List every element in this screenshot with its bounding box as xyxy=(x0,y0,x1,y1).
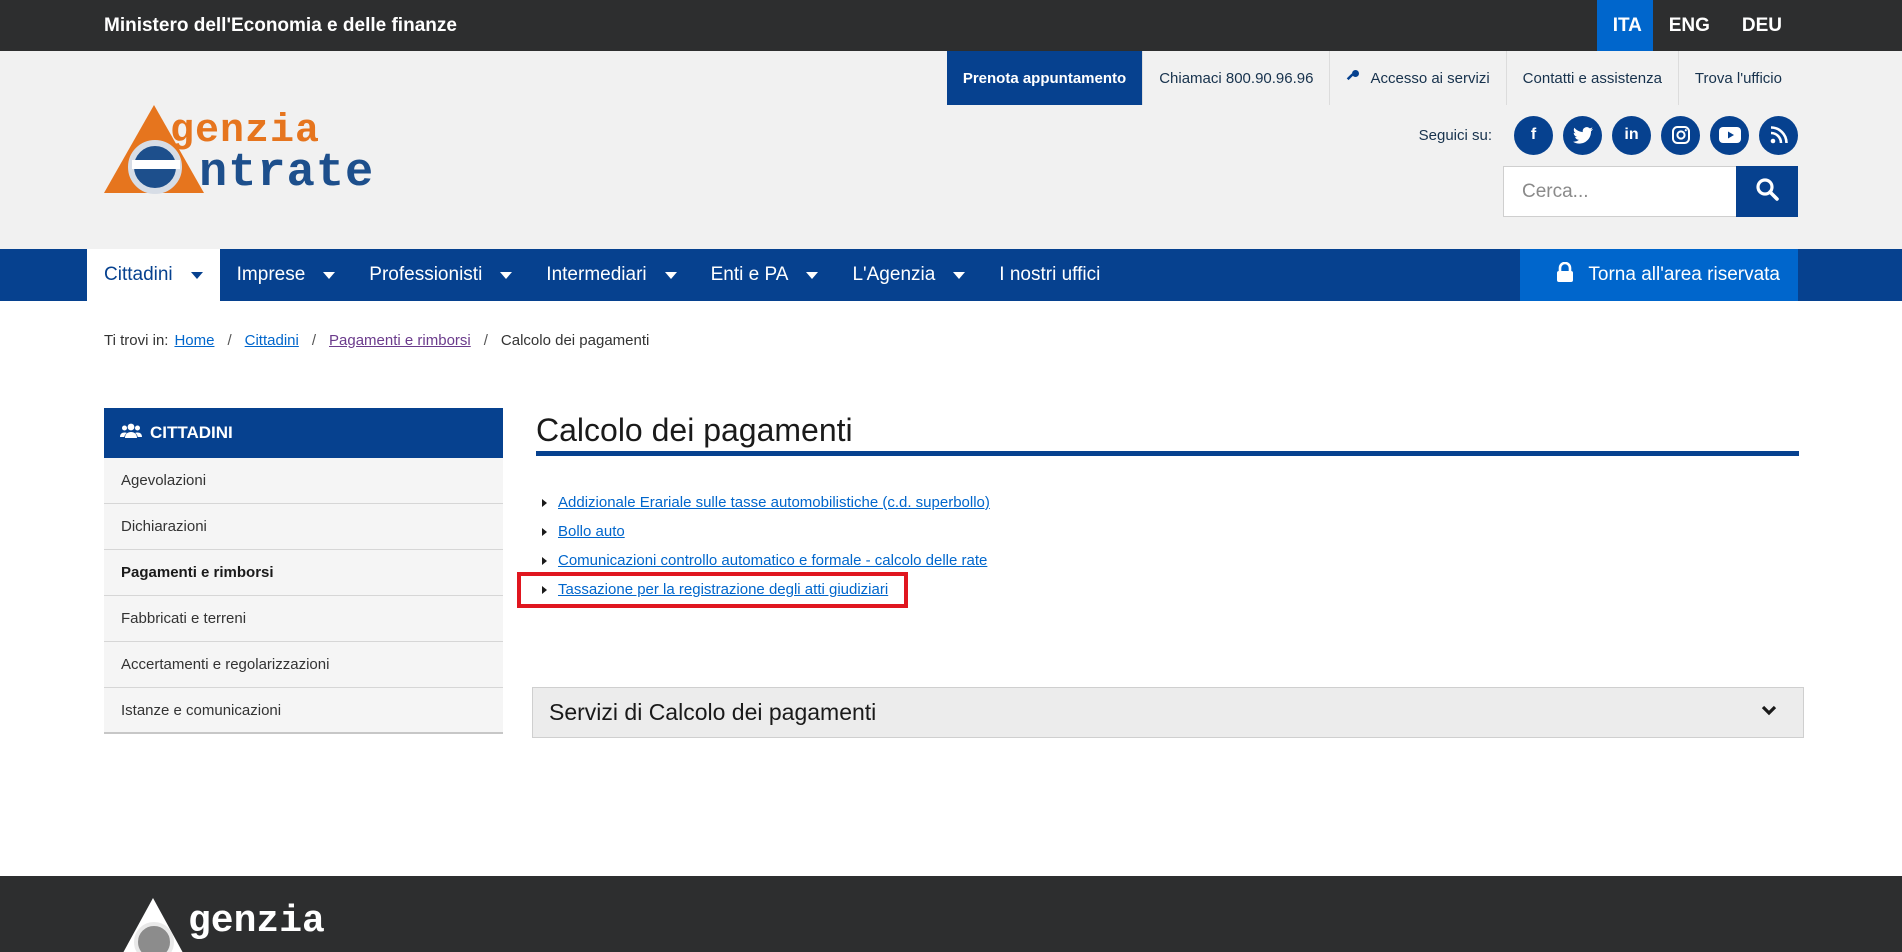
nav-label: Imprese xyxy=(236,264,306,285)
caret-down-icon xyxy=(806,271,819,279)
breadcrumb-separator: / xyxy=(227,332,232,349)
lock-icon xyxy=(1556,261,1574,288)
youtube-icon[interactable] xyxy=(1710,115,1749,155)
breadcrumb-home[interactable]: Home xyxy=(174,332,214,349)
facebook-icon[interactable]: f xyxy=(1514,115,1553,155)
linkedin-icon[interactable]: in xyxy=(1612,115,1651,155)
nav-label: Cittadini xyxy=(104,264,173,285)
search-icon xyxy=(1755,177,1779,206)
nav-intermediari[interactable]: Intermediari xyxy=(529,249,693,301)
services-accordion[interactable]: Servizi di Calcolo dei pagamenti xyxy=(532,687,1804,738)
page-title: Calcolo dei pagamenti xyxy=(536,408,1799,456)
footer-logo[interactable]: genzia xyxy=(118,898,348,952)
search-button[interactable] xyxy=(1736,166,1798,217)
language-switcher: ITA ENG DEU xyxy=(1596,0,1798,51)
caret-down-icon xyxy=(664,271,677,279)
site-footer: genzia xyxy=(0,876,1902,952)
services-access-link[interactable]: Accesso ai servizi xyxy=(1329,51,1505,105)
lang-deu[interactable]: DEU xyxy=(1726,0,1798,51)
caret-down-icon xyxy=(323,271,336,279)
nav-label: Enti e PA xyxy=(710,264,789,285)
logo-e-bar xyxy=(132,160,180,169)
nav-label: I nostri uffici xyxy=(999,264,1101,285)
reserved-area-button[interactable]: Torna all'area riservata xyxy=(1520,249,1798,301)
caret-down-icon xyxy=(500,271,513,279)
top-bar: Ministero dell'Economia e delle finanze … xyxy=(0,0,1902,51)
rss-icon[interactable] xyxy=(1759,115,1798,155)
call-link[interactable]: Chiamaci 800.90.96.96 xyxy=(1142,51,1329,105)
breadcrumb-cittadini[interactable]: Cittadini xyxy=(245,332,299,349)
book-appointment-button[interactable]: Prenota appuntamento xyxy=(946,51,1143,105)
sidebar-header[interactable]: CITTADINI xyxy=(104,408,503,458)
nav-label: Professionisti xyxy=(369,264,483,285)
sidebar-item-agevolazioni[interactable]: Agevolazioni xyxy=(104,458,503,504)
logo-line2: ntrate xyxy=(199,147,375,200)
link-superbollo[interactable]: Addizionale Erariale sulle tasse automob… xyxy=(558,494,990,511)
agenzia-entrate-logo[interactable]: genzia ntrate xyxy=(104,105,389,200)
sidebar-item-istanze[interactable]: Istanze e comunicazioni xyxy=(104,688,503,734)
reserved-area-label: Torna all'area riservata xyxy=(1588,264,1780,285)
services-access-label: Accesso ai servizi xyxy=(1370,69,1490,87)
breadcrumb-pagamenti[interactable]: Pagamenti e rimborsi xyxy=(329,332,471,349)
breadcrumb: Ti trovi in: Home / Cittadini / Pagament… xyxy=(104,332,649,349)
nav-label: Intermediari xyxy=(546,264,647,285)
instagram-icon[interactable] xyxy=(1661,115,1700,155)
sidebar-item-dichiarazioni[interactable]: Dichiarazioni xyxy=(104,504,503,550)
search-bar xyxy=(1503,166,1798,217)
caret-down-icon xyxy=(953,271,966,279)
highlight-box xyxy=(517,572,908,608)
contacts-link[interactable]: Contatti e assistenza xyxy=(1505,51,1678,105)
main-content: Calcolo dei pagamenti Addizionale Eraria… xyxy=(517,408,1799,608)
caret-down-icon xyxy=(190,271,203,279)
nav-imprese[interactable]: Imprese xyxy=(220,249,353,301)
list-item: Addizionale Erariale sulle tasse automob… xyxy=(536,488,1799,517)
accordion-title: Servizi di Calcolo dei pagamenti xyxy=(549,699,877,725)
breadcrumb-prefix: Ti trovi in: xyxy=(104,332,169,349)
lang-eng[interactable]: ENG xyxy=(1653,0,1726,51)
list-item: Comunicazioni controllo automatico e for… xyxy=(536,546,1799,575)
social-links: Seguici su: f in xyxy=(1419,115,1798,155)
sidebar-menu: CITTADINI Agevolazioni Dichiarazioni Pag… xyxy=(104,408,503,734)
sidebar-item-pagamenti[interactable]: Pagamenti e rimborsi xyxy=(104,550,503,596)
triangle-right-icon xyxy=(542,527,547,536)
triangle-right-icon xyxy=(542,556,547,565)
sidebar-item-fabbricati[interactable]: Fabbricati e terreni xyxy=(104,596,503,642)
find-office-link[interactable]: Trova l'ufficio xyxy=(1677,51,1798,105)
nav-professionisti[interactable]: Professionisti xyxy=(352,249,529,301)
sidebar-item-accertamenti[interactable]: Accertamenti e regolarizzazioni xyxy=(104,642,503,688)
site-header: genzia ntrate Prenota appuntamento Chiam… xyxy=(0,51,1902,249)
ministry-link[interactable]: Ministero dell'Economia e delle finanze xyxy=(104,0,457,51)
utility-nav: Prenota appuntamento Chiamaci 800.90.96.… xyxy=(946,51,1798,105)
link-comunicazioni-rate[interactable]: Comunicazioni controllo automatico e for… xyxy=(558,552,987,569)
nav-enti-pa[interactable]: Enti e PA xyxy=(694,249,836,301)
search-input[interactable] xyxy=(1503,166,1736,217)
list-item: Bollo auto xyxy=(536,517,1799,546)
breadcrumb-separator: / xyxy=(483,332,488,349)
nav-nostri-uffici[interactable]: I nostri uffici xyxy=(982,249,1117,301)
people-icon xyxy=(120,423,142,444)
nav-label: L'Agenzia xyxy=(852,264,936,285)
sidebar-title: CITTADINI xyxy=(150,423,233,442)
footer-logo-text: genzia xyxy=(188,900,325,943)
nav-cittadini[interactable]: Cittadini xyxy=(87,249,220,301)
link-bollo-auto[interactable]: Bollo auto xyxy=(558,523,625,540)
twitter-icon[interactable] xyxy=(1563,115,1602,155)
breadcrumb-current: Calcolo dei pagamenti xyxy=(500,332,650,349)
nav-agenzia[interactable]: L'Agenzia xyxy=(835,249,982,301)
lang-ita[interactable]: ITA xyxy=(1596,0,1653,51)
main-nav: Cittadini Imprese Professionisti Interme… xyxy=(0,249,1902,301)
social-label: Seguici su: xyxy=(1418,126,1492,144)
key-icon xyxy=(1346,69,1360,87)
chevron-down-icon xyxy=(1761,704,1777,722)
breadcrumb-separator: / xyxy=(311,332,317,349)
triangle-right-icon xyxy=(542,498,547,507)
